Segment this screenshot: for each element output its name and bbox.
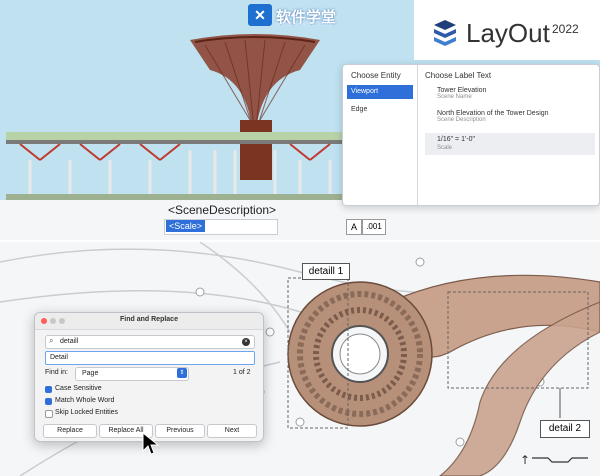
select-arrows-icon[interactable]: ⇕: [177, 368, 187, 378]
app-name: LayOut: [466, 18, 550, 48]
match-count: 1 of 2: [233, 369, 251, 376]
match-whole-word-label: Match Whole Word: [55, 397, 115, 404]
skip-locked-label: Skip Locked Entities: [55, 409, 119, 416]
mouse-cursor-icon: [142, 432, 160, 455]
label-chooser-panel: Choose Entity Viewport Edge Choose Label…: [342, 64, 600, 206]
watermark-logo-icon: ✕: [248, 4, 272, 26]
watermark-url: www.xue51.com: [276, 22, 333, 28]
entity-header: Choose Entity: [351, 71, 401, 80]
case-sensitive-checkbox[interactable]: [45, 386, 52, 393]
text-style-button[interactable]: A: [346, 219, 362, 235]
option-title: Tower Elevation: [437, 87, 487, 94]
replace-value: Detail: [50, 354, 68, 361]
find-in-label: Find in:: [45, 369, 68, 376]
option-subtitle: Scene Name: [437, 94, 472, 100]
svg-text:↑: ↑: [520, 453, 530, 467]
find-in-select[interactable]: Page: [75, 367, 189, 381]
layout-logo-icon: [434, 20, 456, 46]
match-whole-word-checkbox[interactable]: [45, 398, 52, 405]
option-subtitle: Scene Description: [437, 117, 486, 123]
scene-description-field[interactable]: <SceneDescription>: [168, 203, 276, 217]
option-title: 1/16" = 1'-0": [437, 136, 476, 143]
dialog-title: Find and Replace: [120, 316, 178, 323]
dialog-title-bar: Find and Replace: [35, 313, 263, 330]
entity-item-edge[interactable]: Edge: [347, 103, 413, 117]
search-value: detaill: [60, 338, 79, 345]
search-icon: ⌕: [49, 336, 54, 345]
find-replace-dialog: Find and Replace ⌕ detaill × Detail Find…: [34, 312, 264, 442]
find-in-value: Page: [82, 370, 99, 377]
search-field[interactable]: ⌕ detaill ×: [45, 335, 255, 349]
label-text-header: Choose Label Text: [425, 71, 492, 80]
case-sensitive-label: Case Sensitive: [55, 385, 102, 392]
entity-column: Choose Entity Viewport Edge: [343, 65, 418, 205]
skip-locked-checkbox[interactable]: [45, 410, 53, 418]
size-value-field[interactable]: .001: [362, 219, 386, 235]
next-button[interactable]: Next: [207, 424, 257, 438]
previous-button[interactable]: Previous: [155, 424, 205, 438]
replace-button[interactable]: Replace: [43, 424, 97, 438]
detail-callout-2[interactable]: detail 2: [540, 420, 590, 438]
option-title: North Elevation of the Tower Design: [437, 110, 549, 117]
entity-item-viewport[interactable]: Viewport: [347, 85, 413, 99]
label-option-scene-description[interactable]: North Elevation of the Tower Design Scen…: [437, 110, 549, 123]
label-option-scene-name[interactable]: Tower Elevation Scene Name: [437, 87, 486, 100]
option-subtitle: Scale: [437, 145, 453, 151]
label-option-scale[interactable]: 1/16" = 1'-0" Scale: [425, 133, 595, 155]
detail-callout-1[interactable]: detaill 1: [302, 263, 350, 280]
clear-search-icon[interactable]: ×: [242, 338, 250, 346]
replace-field[interactable]: Detail: [45, 351, 255, 365]
app-year: 2022: [552, 22, 579, 36]
scale-tag-selected[interactable]: <Scale>: [166, 220, 206, 232]
